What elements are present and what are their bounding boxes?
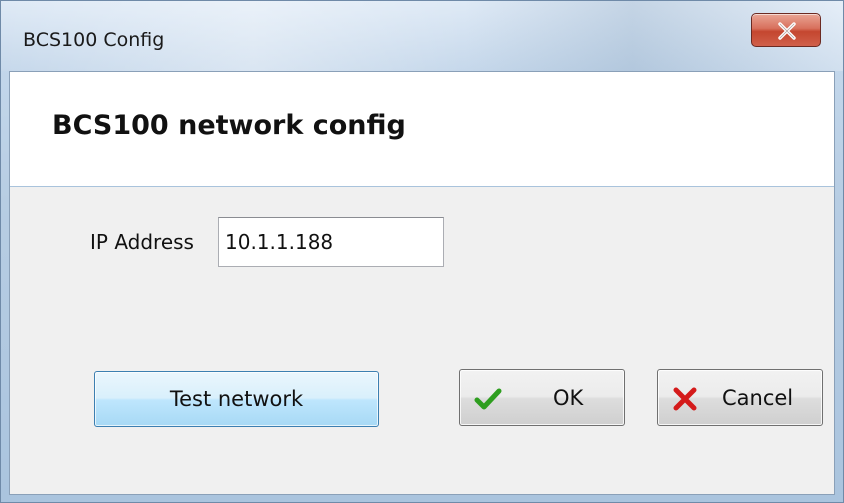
- red-x-icon: [672, 387, 698, 416]
- ip-address-label: IP Address: [90, 230, 194, 254]
- checkmark-icon: [474, 387, 502, 416]
- cancel-label: Cancel: [722, 385, 794, 410]
- window-title: BCS100 Config: [23, 29, 165, 51]
- close-button[interactable]: [751, 13, 821, 47]
- title-bar[interactable]: BCS100 Config: [1, 1, 843, 71]
- config-dialog-window: BCS100 Config BCS100 network config IP A…: [0, 0, 844, 503]
- dialog-body: BCS100 network config IP Address Test ne…: [9, 71, 835, 495]
- page-title: BCS100 network config: [52, 110, 406, 141]
- ip-address-input[interactable]: [218, 217, 444, 267]
- close-icon: [778, 22, 796, 40]
- header-panel: BCS100 network config: [10, 72, 834, 187]
- test-network-button[interactable]: Test network: [94, 371, 379, 427]
- test-network-label: Test network: [169, 387, 304, 411]
- ok-label: OK: [553, 385, 584, 410]
- cancel-button[interactable]: Cancel: [657, 369, 823, 426]
- ok-button[interactable]: OK: [459, 369, 625, 426]
